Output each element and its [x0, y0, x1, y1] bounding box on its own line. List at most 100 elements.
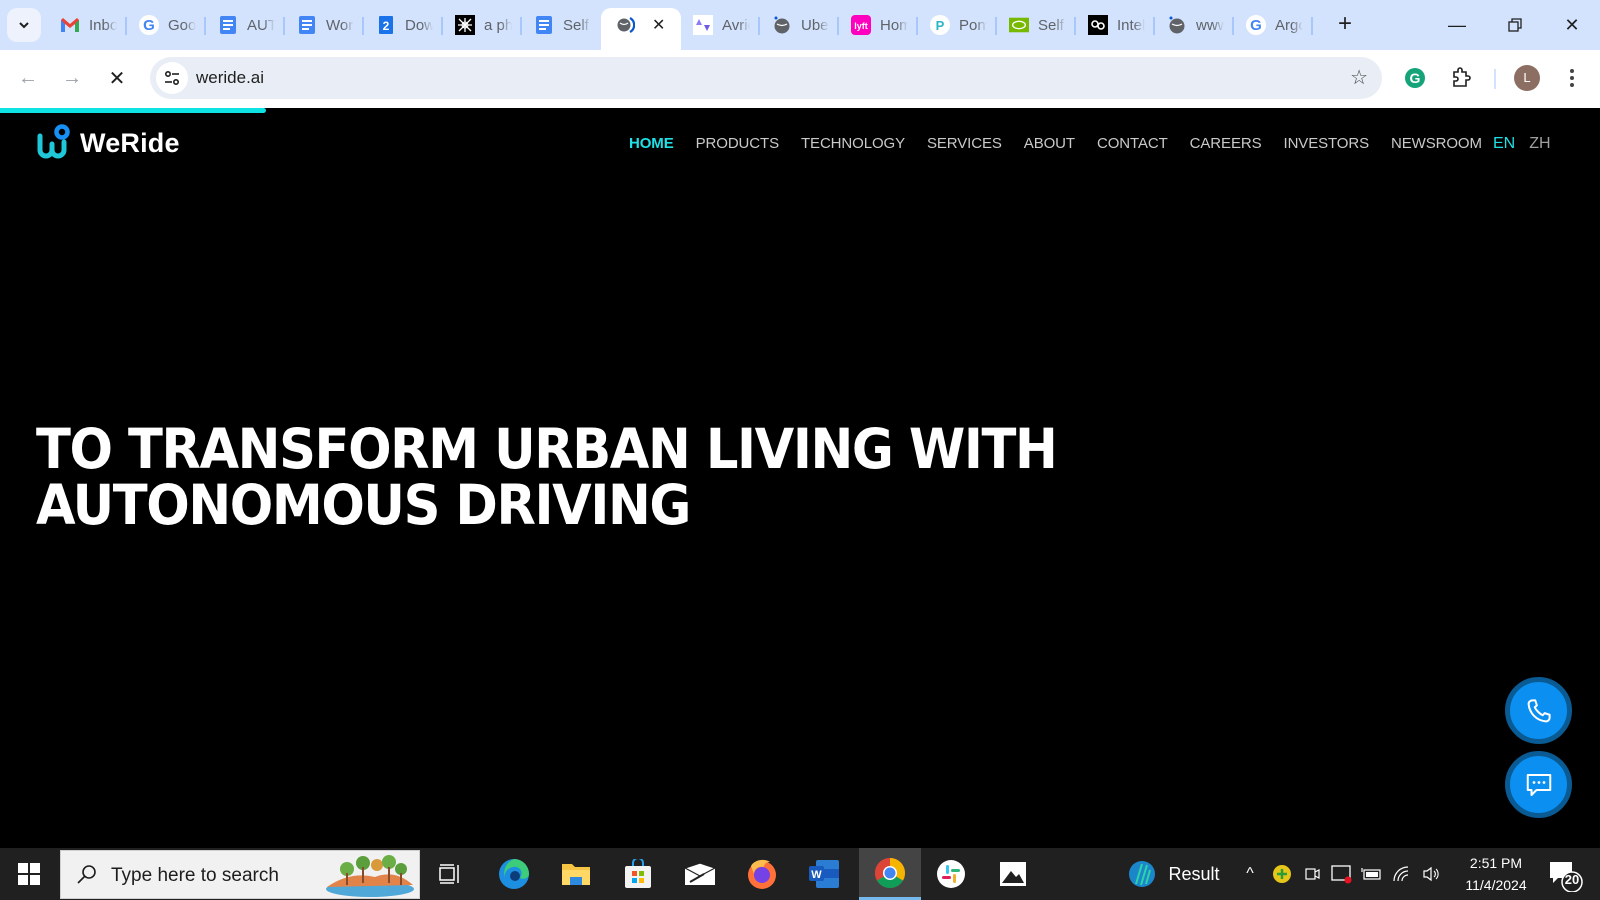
- logo-text: WeRide: [80, 127, 180, 158]
- taskbar-app-slack[interactable]: [920, 848, 982, 900]
- hero-heading-line-2: AUTONOMOUS DRIVING: [36, 473, 691, 537]
- photos-icon: [1000, 862, 1026, 886]
- wifi-icon: [1393, 866, 1409, 882]
- browser-tab[interactable]: Self: [997, 8, 1076, 42]
- chrome-menu-button[interactable]: [1566, 64, 1578, 92]
- tray-camera[interactable]: [1302, 848, 1322, 900]
- taskbar-app-microsoft-store[interactable]: [607, 848, 669, 900]
- tab-search-button[interactable]: [7, 8, 41, 42]
- site-info-button[interactable]: [156, 62, 188, 94]
- browser-tab[interactable]: G Argo: [1234, 8, 1313, 42]
- nav-link-products[interactable]: PRODUCTS: [696, 135, 779, 152]
- language-switcher: EN ZH: [1493, 135, 1551, 153]
- chrome-icon: [874, 857, 906, 888]
- grammarly-icon: G: [1405, 68, 1425, 88]
- browser-tab[interactable]: Intel: [1076, 8, 1155, 42]
- news-widget[interactable]: Result: [1124, 848, 1224, 900]
- windows-logo-icon: [18, 863, 40, 885]
- browser-tab[interactable]: 2 Download: [364, 8, 443, 42]
- firefox-icon: [748, 859, 776, 889]
- close-tab-icon[interactable]: ✕: [652, 15, 665, 35]
- nav-link-newsroom[interactable]: NEWSROOM: [1391, 135, 1482, 152]
- google-icon: G: [139, 15, 159, 35]
- call-button[interactable]: [1505, 677, 1572, 744]
- new-tab-button[interactable]: +: [1332, 12, 1358, 38]
- browser-tab[interactable]: Self: [522, 8, 601, 42]
- bookmark-star-icon[interactable]: ☆: [1350, 65, 1368, 90]
- taskbar-app-firefox[interactable]: [731, 848, 793, 900]
- tray-screen-recorder[interactable]: [1330, 848, 1354, 900]
- tab-title: Home: [880, 16, 908, 34]
- nav-link-investors[interactable]: INVESTORS: [1284, 135, 1370, 152]
- nav-link-technology[interactable]: TECHNOLOGY: [801, 135, 905, 152]
- taskbar-app-mail[interactable]: [669, 848, 731, 900]
- browser-tab[interactable]: Word: [285, 8, 364, 42]
- show-hidden-icons-button[interactable]: ^: [1240, 848, 1260, 900]
- browser-tab[interactable]: lyft Home: [839, 8, 918, 42]
- browser-tab[interactable]: G Google: [127, 8, 206, 42]
- browser-tab[interactable]: AUTONOMOUS: [206, 8, 285, 42]
- tray-volume[interactable]: [1420, 848, 1444, 900]
- tab-title: a photo: [484, 16, 512, 34]
- nav-link-home[interactable]: HOME: [629, 135, 674, 152]
- number-2-icon: 2: [376, 15, 396, 35]
- tab-title: Self: [563, 16, 589, 34]
- browser-tab[interactable]: a photo: [443, 8, 522, 42]
- start-button[interactable]: [0, 848, 58, 900]
- browser-tab[interactable]: Uber: [760, 8, 839, 42]
- notification-center-button[interactable]: 20: [1548, 860, 1584, 897]
- nav-link-careers[interactable]: CAREERS: [1190, 135, 1262, 152]
- windows-taskbar: Type here to search W Result ^ 2:51 PM 1…: [0, 848, 1600, 900]
- svg-text:G: G: [1410, 70, 1421, 86]
- extensions-button[interactable]: [1446, 63, 1476, 93]
- edge-icon: [499, 859, 529, 889]
- browser-tab[interactable]: P Pony: [918, 8, 997, 42]
- weride-homepage: WeRide HOME PRODUCTS TECHNOLOGY SERVICES ABO…: [0, 113, 1600, 848]
- tab-title: Self: [1038, 16, 1064, 34]
- chevron-down-icon: [19, 22, 29, 29]
- svg-text:P: P: [936, 18, 945, 33]
- taskbar-app-file-explorer[interactable]: [545, 848, 607, 900]
- browser-tab-strip: Inbox G Google AUTONOMOUS Word 2 Download a pho…: [0, 0, 1600, 50]
- google-icon: G: [1246, 15, 1266, 35]
- tab-title: Word: [326, 16, 354, 34]
- weride-logo[interactable]: WeRide: [36, 124, 180, 162]
- store-icon: [625, 859, 651, 888]
- stop-loading-button[interactable]: ✕: [101, 62, 133, 94]
- taskbar-app-edge[interactable]: [483, 848, 545, 900]
- svg-text:G: G: [1250, 17, 1262, 34]
- slack-icon: [937, 860, 965, 888]
- taskbar-app-word[interactable]: W: [793, 848, 855, 900]
- browser-tab[interactable]: www: [1155, 8, 1234, 42]
- phone-icon: [1527, 698, 1551, 722]
- url-text[interactable]: weride.ai: [196, 68, 264, 88]
- restore-button[interactable]: [1500, 10, 1530, 40]
- minimize-button[interactable]: —: [1442, 10, 1472, 40]
- system-clock[interactable]: 2:51 PM 11/4/2024: [1452, 852, 1540, 896]
- nav-link-about[interactable]: ABOUT: [1024, 135, 1075, 152]
- tray-battery[interactable]: [1360, 848, 1384, 900]
- language-en[interactable]: EN: [1493, 135, 1515, 153]
- tray-wifi[interactable]: [1390, 848, 1414, 900]
- chat-button[interactable]: [1505, 751, 1572, 818]
- task-view-button[interactable]: [419, 848, 481, 900]
- browser-tab[interactable]: Avride: [681, 8, 760, 42]
- mail-icon: [684, 862, 716, 885]
- profile-avatar[interactable]: L: [1514, 65, 1540, 91]
- taskbar-app-chrome[interactable]: [859, 848, 921, 900]
- grammarly-extension-button[interactable]: G: [1400, 63, 1430, 93]
- browser-tab-active[interactable]: ✕: [601, 8, 681, 50]
- back-button[interactable]: ←: [12, 62, 44, 94]
- browser-tab[interactable]: Inbox: [48, 8, 127, 42]
- nav-link-services[interactable]: SERVICES: [927, 135, 1002, 152]
- nav-link-contact[interactable]: CONTACT: [1097, 135, 1168, 152]
- address-bar[interactable]: weride.ai ☆: [150, 57, 1382, 99]
- tune-icon: [164, 70, 180, 86]
- close-window-button[interactable]: ✕: [1557, 10, 1587, 40]
- clock-date: 11/4/2024: [1465, 877, 1527, 893]
- taskbar-app-photos[interactable]: [982, 848, 1044, 900]
- taskbar-search-box[interactable]: Type here to search: [60, 850, 420, 899]
- language-zh[interactable]: ZH: [1529, 135, 1550, 153]
- forward-button[interactable]: →: [56, 62, 88, 94]
- tray-app-plus[interactable]: [1270, 848, 1294, 900]
